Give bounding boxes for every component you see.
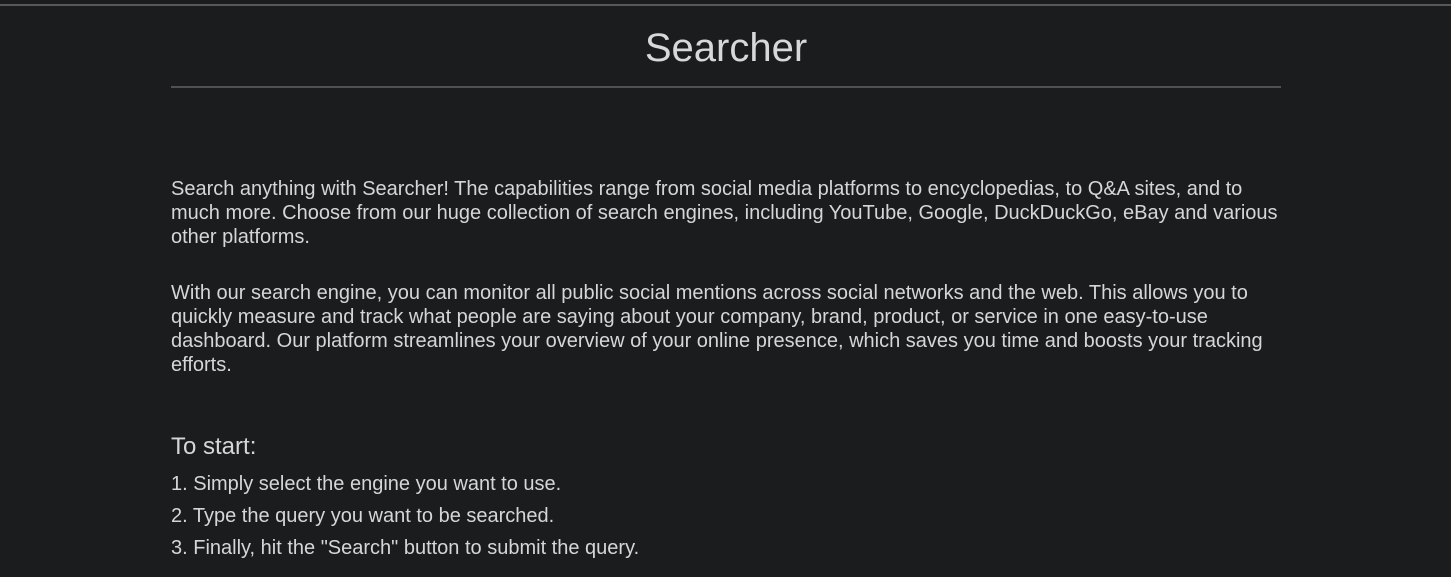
- start-heading: To start:: [171, 433, 257, 460]
- page-title: Searcher: [644, 26, 808, 70]
- steps-list: 1. Simply select the engine you want to …: [171, 468, 639, 564]
- step-item: 3. Finally, hit the "Search" button to s…: [171, 537, 640, 559]
- step-item: 2. Type the query you want to be searche…: [171, 505, 555, 527]
- intro-paragraph: Search anything with Searcher! The capab…: [171, 178, 1278, 248]
- title-divider: [171, 86, 1281, 88]
- step-item: 1. Simply select the engine you want to …: [171, 473, 562, 495]
- main-content: Searcher Search anything with Searcher! …: [171, 0, 1281, 559]
- monitoring-paragraph: With our search engine, you can monitor …: [171, 282, 1263, 376]
